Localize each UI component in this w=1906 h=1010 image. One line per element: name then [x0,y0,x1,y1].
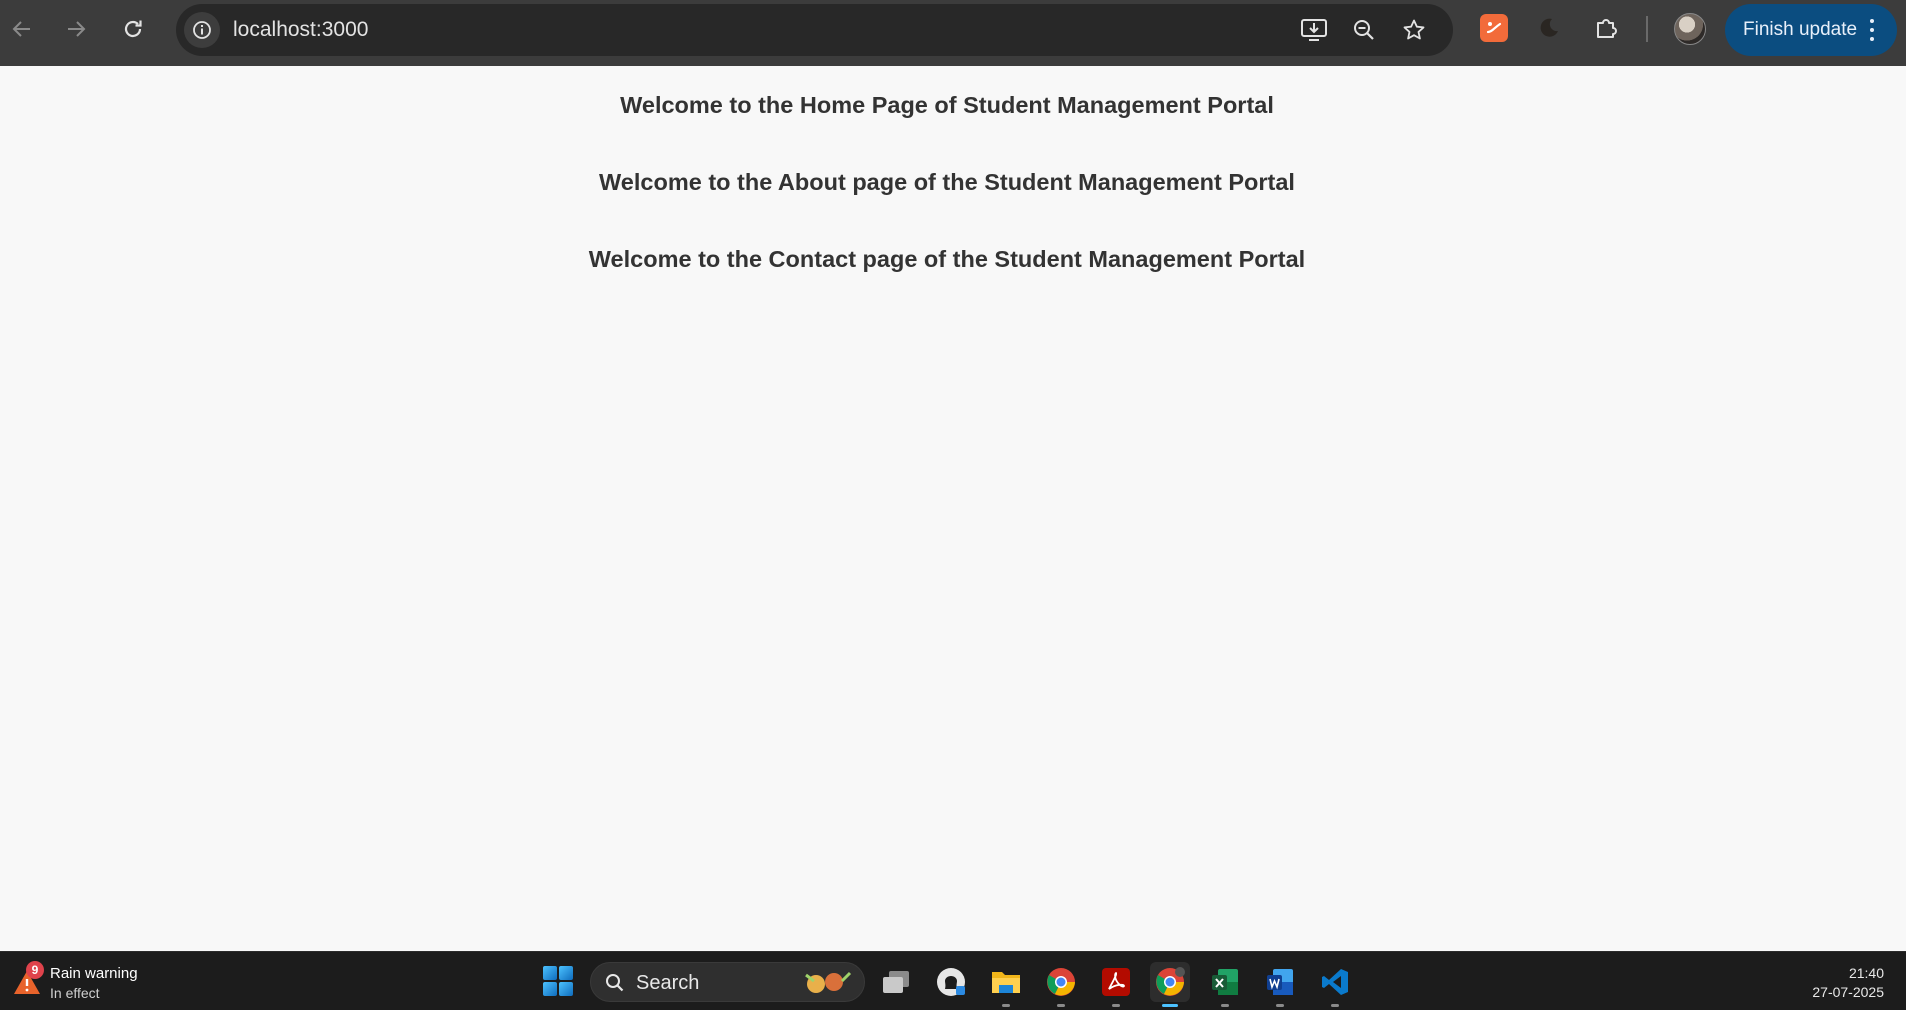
chrome-icon [1156,967,1185,996]
file-explorer-button[interactable] [986,962,1026,1007]
site-info-button[interactable] [184,12,220,48]
search-label: Search [636,972,700,994]
finish-update-label: Finish update [1743,19,1858,40]
address-bar[interactable]: localhost:3000 [176,4,1453,56]
reload-button[interactable] [115,11,151,47]
excel-button[interactable] [1205,962,1245,1007]
install-icon [1301,19,1327,41]
forward-button[interactable] [58,11,94,47]
github-icon [937,968,965,996]
profile-avatar[interactable] [1674,13,1706,45]
back-button[interactable] [4,11,40,47]
clock-time: 21:40 [1848,965,1884,981]
url-text[interactable]: localhost:3000 [233,19,368,41]
acrobat-button[interactable] [1096,962,1136,1007]
install-app-button[interactable] [1299,15,1329,45]
task-view-icon [883,971,909,993]
home-heading: Welcome to the Home Page of Student Mana… [620,92,1274,118]
folder-icon [992,972,1020,993]
word-icon [1267,969,1293,995]
arrow-right-icon [68,21,86,37]
system-clock[interactable]: 21:40 27-07-2025 [1812,964,1884,1002]
search-icon [606,974,624,992]
vscode-button[interactable] [1315,962,1355,1007]
extensions-menu-button[interactable] [1592,14,1620,42]
chrome-button[interactable] [1041,962,1081,1007]
star-icon [1403,19,1425,40]
contact-heading: Welcome to the Contact page of the Stude… [588,246,1306,272]
weather-title: Rain warning [50,965,138,982]
github-desktop-button[interactable] [931,962,971,1002]
chrome-icon [1047,968,1075,996]
pdf-icon [1102,968,1130,996]
windows-logo-icon [543,966,557,980]
taskbar-search[interactable]: Search [590,962,865,1002]
weather-badge: 9 [26,961,44,979]
chrome-profile-button[interactable] [1150,962,1190,1007]
dark-mode-extension-button[interactable] [1535,14,1563,42]
weather-subtitle: In effect [50,985,100,1001]
search-highlight-icon [805,971,852,993]
browser-toolbar: localhost:3000 Finish update [0,0,1906,66]
page-viewport: Welcome to the Home Page of Student Mana… [0,66,1906,951]
zoom-button[interactable] [1349,15,1379,45]
zoom-out-icon [1354,20,1374,40]
reload-icon [124,20,142,38]
more-menu-icon[interactable] [1869,19,1875,41]
task-view-button[interactable] [876,962,916,1002]
info-icon [193,21,211,39]
extension-logo-icon [1486,22,1502,34]
about-heading: Welcome to the About page of the Student… [599,169,1295,195]
arrow-left-icon [12,21,30,37]
excel-icon [1212,969,1238,995]
toolbar-separator [1646,16,1648,42]
taskbar: 9 Rain warning In effect Search 21:40 27… [0,951,1906,1010]
extension-button[interactable] [1480,14,1508,42]
weather-widget[interactable]: 9 Rain warning In effect [10,961,160,1003]
start-button[interactable] [543,966,573,996]
moon-icon [1540,18,1558,37]
finish-update-button[interactable]: Finish update [1725,4,1897,56]
word-button[interactable] [1260,962,1300,1007]
vscode-icon [1322,969,1348,995]
puzzle-icon [1597,19,1617,38]
bookmark-button[interactable] [1399,15,1429,45]
clock-date: 27-07-2025 [1812,984,1884,1000]
